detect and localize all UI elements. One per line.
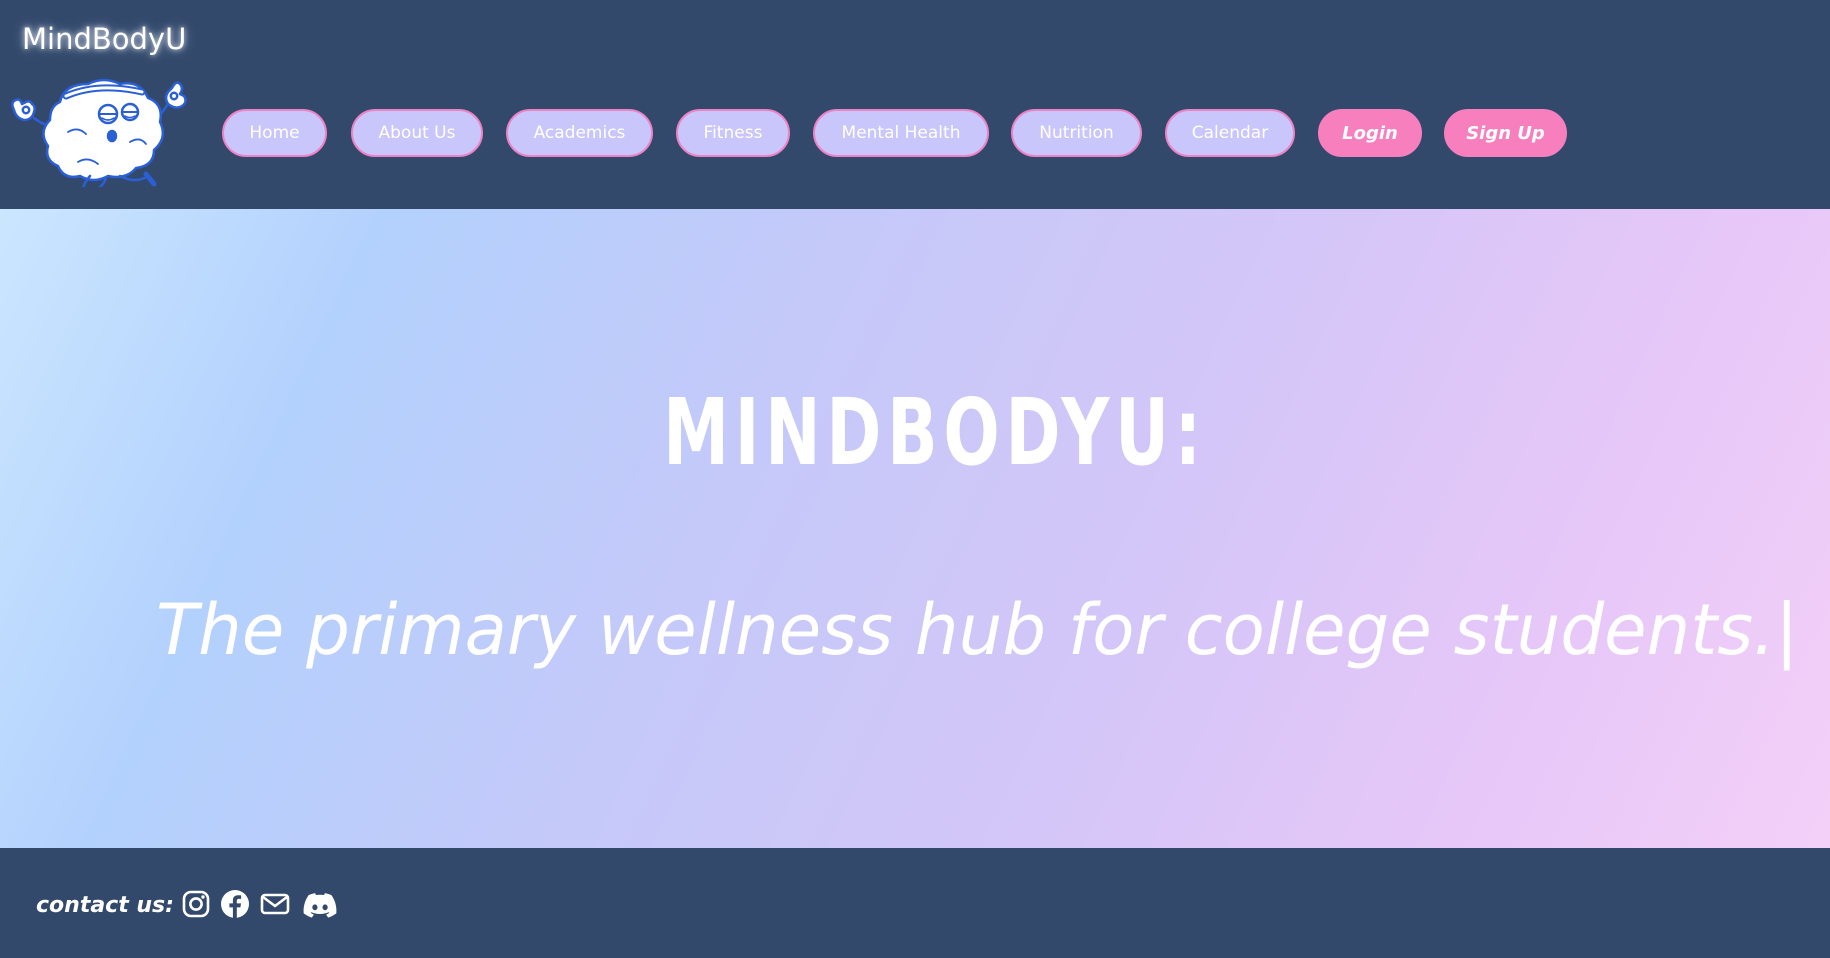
- nav-fitness-button[interactable]: Fitness: [676, 109, 790, 157]
- hero-tagline: The primary wellness hub for college stu…: [156, 589, 1798, 671]
- hero-title: MINDBODYU:: [663, 379, 1207, 486]
- sign-up-button[interactable]: Sign Up: [1444, 109, 1567, 157]
- nav-calendar-button[interactable]: Calendar: [1165, 109, 1295, 157]
- site-header: MindBodyU Home About Us Academics Fitnes…: [0, 0, 1830, 209]
- site-footer: contact us:: [0, 848, 1830, 958]
- brand-logo-text[interactable]: MindBodyU: [22, 22, 186, 56]
- instagram-icon[interactable]: [180, 888, 212, 920]
- nav-academics-button[interactable]: Academics: [506, 109, 653, 157]
- hero-tagline-text: The primary wellness hub for college stu…: [156, 589, 1776, 671]
- email-icon[interactable]: [259, 888, 291, 920]
- contact-label: contact us:: [36, 893, 174, 918]
- discord-icon[interactable]: [302, 888, 338, 920]
- nav-about-us-button[interactable]: About Us: [351, 109, 483, 157]
- login-button[interactable]: Login: [1318, 109, 1422, 157]
- typing-cursor: |: [1775, 589, 1799, 671]
- hero-section: MINDBODYU: The primary wellness hub for …: [0, 209, 1830, 848]
- facebook-icon[interactable]: [219, 888, 251, 920]
- nav-home-button[interactable]: Home: [222, 109, 327, 157]
- nav-nutrition-button[interactable]: Nutrition: [1011, 109, 1142, 157]
- nav-mental-health-button[interactable]: Mental Health: [813, 109, 989, 157]
- brain-mascot-logo[interactable]: [8, 72, 188, 187]
